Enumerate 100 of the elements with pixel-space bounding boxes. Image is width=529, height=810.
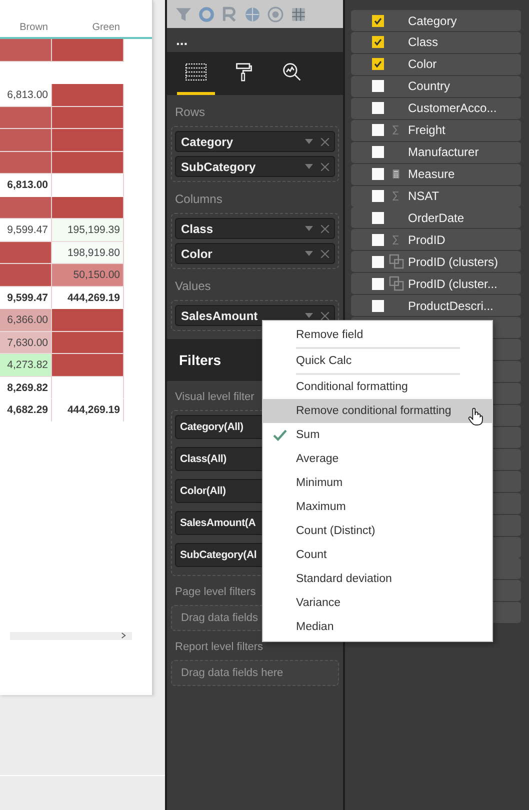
filters-title: Filters <box>179 352 222 368</box>
close-icon[interactable] <box>321 312 329 320</box>
field-row[interactable]: Color <box>351 54 521 75</box>
matrix-cell: 198,919.80 <box>52 242 124 264</box>
menu-item[interactable]: Remove field <box>263 323 492 347</box>
field-pill[interactable]: Category <box>175 131 335 152</box>
filter-pill[interactable]: Class(All) <box>175 447 265 471</box>
filter-section-label: Report level filters <box>174 640 264 655</box>
matrix-cell: 444,269.19 <box>52 286 124 309</box>
menu-item[interactable]: Remove conditional formatting <box>263 399 492 423</box>
calculator-icon <box>392 169 400 180</box>
matrix-cell: 195,199.39 <box>52 219 124 242</box>
sigma-icon <box>392 234 400 245</box>
checkbox[interactable] <box>372 124 384 136</box>
menu-item[interactable]: Quick Calc <box>263 349 492 373</box>
filter-pill[interactable]: Color(All) <box>175 479 265 503</box>
filter-pill[interactable]: SalesAmount(A <box>175 511 265 535</box>
field-name: NSAT <box>408 189 440 203</box>
field-row[interactable]: Country <box>351 76 521 97</box>
field-row[interactable]: OrderDate <box>351 207 521 228</box>
close-icon[interactable] <box>321 224 329 232</box>
menu-item[interactable]: Standard deviation <box>263 567 492 591</box>
cluster-icon <box>388 276 404 292</box>
menu-item[interactable]: Count (Distinct) <box>263 519 492 543</box>
checkbox[interactable] <box>372 190 384 202</box>
checkbox[interactable] <box>372 234 384 246</box>
caret-icon[interactable] <box>305 226 313 231</box>
close-icon[interactable] <box>321 162 329 170</box>
column-header: Green <box>91 21 121 35</box>
checkbox[interactable] <box>372 14 384 26</box>
field-row[interactable]: Class <box>351 32 521 53</box>
close-icon[interactable] <box>321 138 329 146</box>
menu-item[interactable]: Minimum <box>263 471 492 495</box>
filter-pill[interactable]: Category(All) <box>175 415 265 439</box>
field-name: Color <box>408 57 437 72</box>
menu-item[interactable]: Conditional formatting <box>263 375 492 399</box>
checkbox[interactable] <box>372 212 384 224</box>
field-pill[interactable]: SubCategory <box>175 156 335 177</box>
field-row[interactable]: Category <box>351 10 521 31</box>
field-row[interactable]: NSAT <box>351 186 521 206</box>
field-row[interactable]: ProdID (clusters) <box>351 251 521 272</box>
matrix-cell: 8,269.82 <box>0 376 52 399</box>
field-row[interactable]: ProdID (cluster... <box>351 273 521 294</box>
chevron-right-icon <box>121 632 126 639</box>
checkbox[interactable] <box>372 36 384 48</box>
checkbox[interactable] <box>372 146 384 158</box>
matrix-cell: 4,273.82 <box>0 354 52 376</box>
scrollbar[interactable] <box>10 632 132 640</box>
matrix-cell: 6,366.00 <box>0 309 52 332</box>
checkbox[interactable] <box>372 80 384 92</box>
field-row[interactable]: Freight <box>351 120 521 141</box>
checkbox[interactable] <box>372 102 384 114</box>
field-row[interactable]: Measure <box>351 164 521 185</box>
matrix-cell: 6,813.00 <box>0 174 52 196</box>
well-label: Values <box>174 278 212 295</box>
field-row[interactable]: ProductDescri... <box>351 295 521 316</box>
menu-item[interactable]: Count <box>263 543 492 567</box>
field-name: OrderDate <box>408 210 464 225</box>
well-label: Rows <box>174 104 206 121</box>
field-name: CustomerAcco... <box>408 101 497 116</box>
caret-icon[interactable] <box>305 313 313 318</box>
filter-section-label: Page level filters <box>174 585 256 600</box>
menu-item[interactable]: Sum <box>263 423 492 447</box>
column-header: Brown <box>18 21 49 35</box>
checkbox[interactable] <box>372 168 384 180</box>
checkbox[interactable] <box>372 278 384 290</box>
field-name: ProductDescri... <box>408 298 494 313</box>
field-name: ProdID <box>408 232 446 247</box>
hand-cursor-icon <box>468 407 483 426</box>
filter-section-label: Visual level filter <box>174 390 254 405</box>
matrix-cell: 6,813.00 <box>0 84 52 106</box>
matrix-cell: 50,150.00 <box>52 264 124 286</box>
checkbox[interactable] <box>372 256 384 268</box>
menu-item[interactable]: Maximum <box>263 495 492 519</box>
field-name: Category <box>408 14 457 28</box>
matrix-cell: 7,630.00 <box>0 332 52 354</box>
menu-item[interactable]: Average <box>263 447 492 471</box>
sigma-icon <box>392 125 400 136</box>
field-pill[interactable]: Class <box>175 218 335 239</box>
field-row[interactable]: ProdID <box>351 229 521 250</box>
paint-roller-icon <box>233 62 255 82</box>
checkbox[interactable] <box>372 58 384 70</box>
field-row[interactable]: CustomerAcco... <box>351 98 521 119</box>
matrix-cell: 4,682.29 <box>0 399 52 422</box>
grid-icon[interactable] <box>290 6 307 22</box>
field-name: Country <box>408 79 450 94</box>
caret-icon[interactable] <box>305 139 313 144</box>
field-pill[interactable]: Color <box>175 243 335 264</box>
caret-icon[interactable] <box>305 164 313 169</box>
drop-zone[interactable]: Drag data fields here <box>171 660 339 686</box>
checkbox[interactable] <box>372 300 384 312</box>
matrix-cell: 9,599.47 <box>0 286 52 309</box>
close-icon[interactable] <box>321 250 329 258</box>
caret-icon[interactable] <box>305 251 313 256</box>
field-name: Freight <box>408 123 446 138</box>
filter-pill[interactable]: SubCategory(Al <box>175 543 265 567</box>
more-button[interactable]: ... <box>167 28 188 52</box>
field-name: Measure <box>408 167 455 182</box>
ring-icon[interactable] <box>198 6 215 22</box>
field-row[interactable]: Manufacturer <box>351 142 521 163</box>
